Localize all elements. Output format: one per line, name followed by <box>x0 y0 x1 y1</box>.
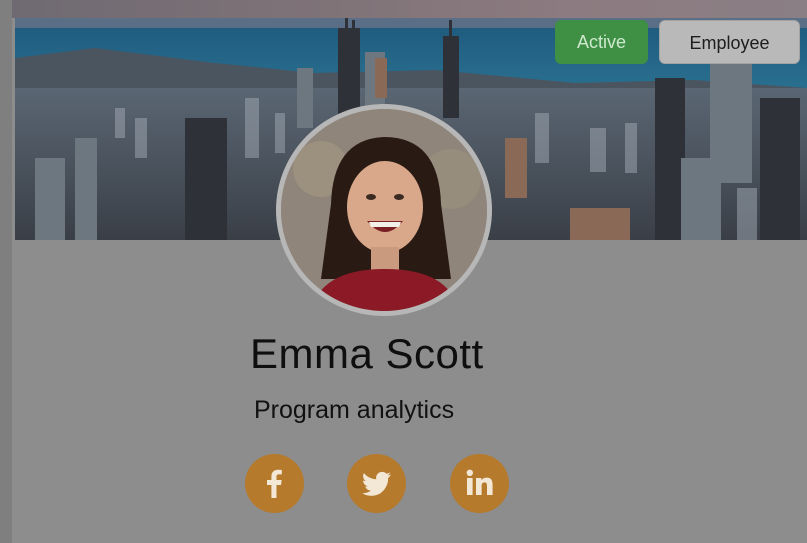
facebook-icon <box>267 469 282 498</box>
top-strip <box>12 0 807 18</box>
profile-page: Active Employee Emma Scott Program analy… <box>0 0 807 543</box>
twitter-button[interactable] <box>347 454 406 513</box>
linkedin-button[interactable] <box>450 454 509 513</box>
profile-title: Program analytics <box>254 396 455 424</box>
twitter-icon <box>362 471 391 496</box>
profile-name: Emma Scott <box>250 330 484 377</box>
facebook-button[interactable] <box>245 454 304 513</box>
role-badge[interactable]: Employee <box>659 20 800 64</box>
avatar-photo <box>281 109 487 311</box>
page-gutter <box>0 0 12 543</box>
status-badge[interactable]: Active <box>555 20 648 64</box>
avatar <box>276 104 492 316</box>
linkedin-icon <box>466 469 493 495</box>
